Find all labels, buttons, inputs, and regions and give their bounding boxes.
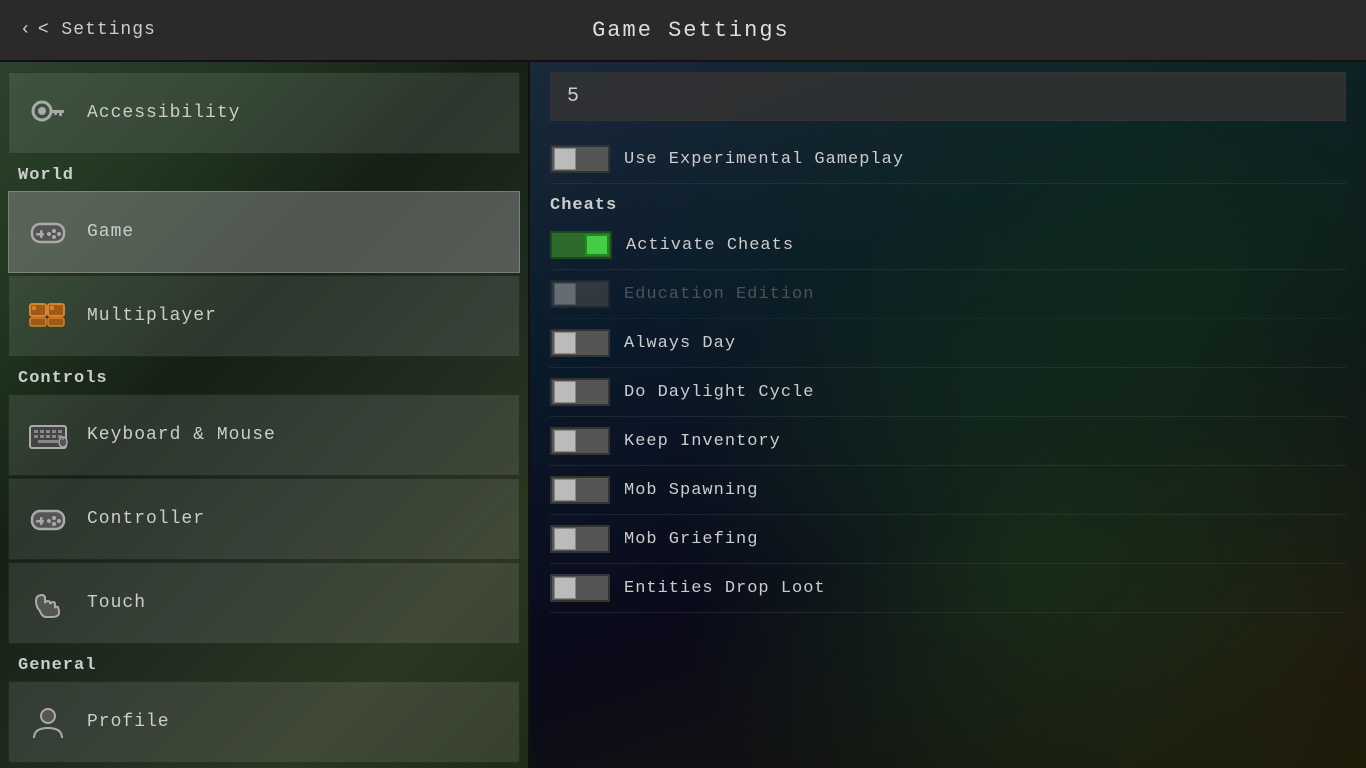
section-label-general: General	[0, 646, 528, 679]
sidebar-content: Accessibility World Game	[0, 62, 528, 768]
sidebar-item-multiplayer[interactable]: Multiplayer	[8, 275, 520, 357]
controller2-icon	[23, 494, 73, 544]
toggle-row-daylight-cycle: Do Daylight Cycle	[550, 368, 1346, 417]
touch-icon	[23, 578, 73, 628]
multiplayer-icon	[23, 291, 73, 341]
sidebar-item-profile[interactable]: Profile	[8, 681, 520, 763]
sidebar: Accessibility World Game	[0, 62, 530, 768]
toggle-knob-always-day	[554, 332, 576, 354]
toggle-green-knob	[585, 234, 609, 256]
toggle-label-entities-drop-loot: Entities Drop Loot	[624, 579, 826, 598]
toggle-knob-education	[554, 283, 576, 305]
section-label-controls: Controls	[0, 359, 528, 392]
sidebar-item-accessibility[interactable]: Accessibility	[8, 72, 520, 154]
sidebar-item-label: Controller	[87, 509, 205, 529]
toggle-knob-inventory	[554, 430, 576, 452]
sidebar-item-label: Game	[87, 222, 134, 242]
toggle-knob-mob-spawning	[554, 479, 576, 501]
toggle-row-always-day: Always Day	[550, 319, 1346, 368]
toggle-always-day[interactable]	[550, 329, 610, 357]
toggle-label-always-day: Always Day	[624, 334, 736, 353]
sidebar-item-label: Touch	[87, 593, 146, 613]
right-content: 5 Use Experimental Gameplay Cheats Activ…	[530, 62, 1366, 768]
keyboard-icon	[23, 410, 73, 460]
sidebar-item-keyboard[interactable]: Keyboard & Mouse	[8, 394, 520, 476]
profile-icon	[23, 697, 73, 747]
toggle-knob-mob-griefing	[554, 528, 576, 550]
sidebar-item-label: Multiplayer	[87, 306, 217, 326]
toggle-label-mob-spawning: Mob Spawning	[624, 481, 758, 500]
controller-icon	[23, 207, 73, 257]
back-label: < Settings	[38, 20, 156, 40]
toggle-row-mob-griefing: Mob Griefing	[550, 515, 1346, 564]
toggle-entities-drop-loot[interactable]	[550, 574, 610, 602]
number-value: 5	[567, 85, 580, 108]
toggle-label-activate-cheats: Activate Cheats	[626, 236, 794, 255]
toggle-education[interactable]	[550, 280, 610, 308]
number-display: 5	[550, 72, 1346, 121]
back-button[interactable]: ‹ < Settings	[20, 20, 156, 40]
main-layout: Accessibility World Game	[0, 62, 1366, 768]
cheats-section-label: Cheats	[550, 184, 1346, 221]
key-icon	[23, 88, 73, 138]
toggle-label-daylight-cycle: Do Daylight Cycle	[624, 383, 814, 402]
toggle-knob	[554, 148, 576, 170]
toggle-mob-griefing[interactable]	[550, 525, 610, 553]
toggle-row-mob-spawning: Mob Spawning	[550, 466, 1346, 515]
toggle-row-activate-cheats: Activate Cheats	[550, 221, 1346, 270]
toggle-daylight-cycle[interactable]	[550, 378, 610, 406]
toggle-label-mob-griefing: Mob Griefing	[624, 530, 758, 549]
toggle-mob-spawning[interactable]	[550, 476, 610, 504]
toggle-row-experimental: Use Experimental Gameplay	[550, 135, 1346, 184]
toggle-label-experimental: Use Experimental Gameplay	[624, 150, 904, 169]
toggle-row-entities-drop-loot: Entities Drop Loot	[550, 564, 1346, 613]
toggle-keep-inventory[interactable]	[550, 427, 610, 455]
section-label-world: World	[0, 156, 528, 189]
toggle-knob-entities	[554, 577, 576, 599]
page-title: Game Settings	[156, 18, 1226, 43]
sidebar-item-label: Profile	[87, 712, 170, 732]
sidebar-item-controller[interactable]: Controller	[8, 478, 520, 560]
toggle-label-education: Education Edition	[624, 285, 814, 304]
sidebar-item-game[interactable]: Game	[8, 191, 520, 273]
toggle-knob-daylight	[554, 381, 576, 403]
header: ‹ < Settings Game Settings	[0, 0, 1366, 62]
toggle-activate-cheats[interactable]	[550, 231, 612, 259]
toggle-row-education: Education Edition	[550, 270, 1346, 319]
sidebar-item-touch[interactable]: Touch	[8, 562, 520, 644]
toggle-experimental[interactable]	[550, 145, 610, 173]
sidebar-item-label: Accessibility	[87, 103, 240, 123]
toggle-row-keep-inventory: Keep Inventory	[550, 417, 1346, 466]
back-arrow-icon: ‹	[20, 20, 32, 40]
sidebar-item-label: Keyboard & Mouse	[87, 425, 276, 445]
toggle-label-keep-inventory: Keep Inventory	[624, 432, 781, 451]
right-panel: 5 Use Experimental Gameplay Cheats Activ…	[530, 62, 1366, 768]
